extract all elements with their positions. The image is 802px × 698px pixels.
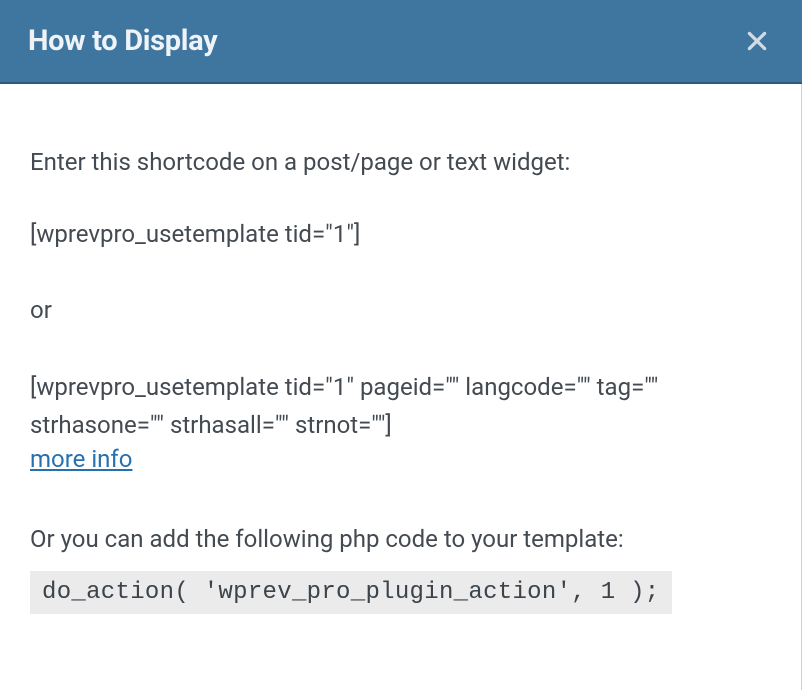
modal-body: Enter this shortcode on a post/page or t…: [0, 84, 802, 690]
modal-dialog: How to Display Enter this shortcode on a…: [0, 0, 802, 698]
close-icon: [744, 28, 770, 54]
php-code-block: do_action( 'wprev_pro_plugin_action', 1 …: [30, 571, 672, 614]
shortcode-basic: [wprevpro_usetemplate tid="1"]: [30, 216, 771, 252]
modal-header: How to Display: [0, 0, 802, 84]
intro-text: Enter this shortcode on a post/page or t…: [30, 144, 771, 180]
more-info-link[interactable]: more info: [30, 445, 132, 473]
shortcode-extended: [wprevpro_usetemplate tid="1" pageid="" …: [30, 368, 771, 445]
close-button[interactable]: [740, 24, 774, 58]
or-text: or: [30, 292, 771, 328]
php-intro-text: Or you can add the following php code to…: [30, 521, 771, 557]
modal-title: How to Display: [28, 24, 217, 58]
